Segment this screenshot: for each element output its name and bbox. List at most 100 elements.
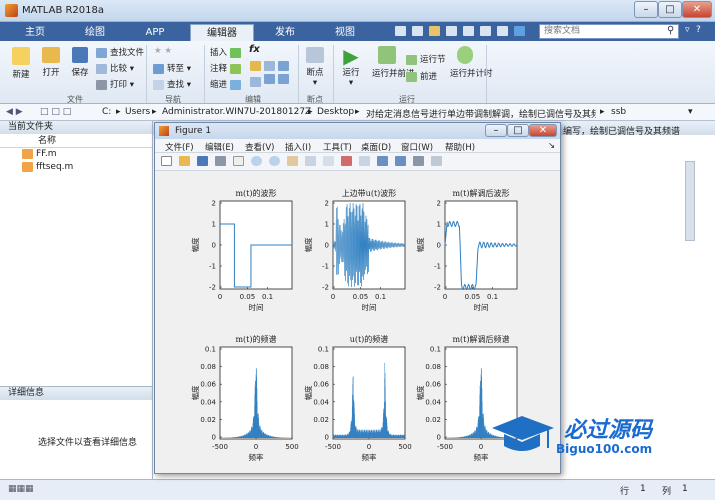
menu-tools[interactable]: 工具(T) [323, 141, 352, 153]
figure-maximize-button[interactable]: □ [507, 124, 529, 137]
menu-insert[interactable]: 插入(I) [285, 141, 311, 153]
tab-home[interactable]: 主页 [12, 24, 58, 41]
y-axis-label: 幅度 [190, 237, 200, 252]
open-button[interactable]: 打开 [38, 47, 64, 78]
comment-button[interactable]: 注释 [210, 62, 244, 74]
address-bar[interactable]: ◀ ▶ □ □ □ C: ▸ Users ▸ Administrator.WIN… [0, 104, 715, 121]
y-tick-label: 1 [437, 221, 441, 229]
tab-editor[interactable]: 编辑器 [190, 24, 254, 41]
toolstrip-tabs: 主页 绘图 APP 编辑器 发布 视图 搜索文档 ⚲ ▿ ? [0, 22, 715, 41]
figure-close-button[interactable]: ✕ [529, 124, 557, 137]
tab-view[interactable]: 视图 [322, 24, 368, 41]
menu-edit[interactable]: 编辑(E) [205, 141, 234, 153]
watermark-logo: 必过源码 Biguo100.com [480, 408, 680, 464]
close-button[interactable]: ✕ [682, 1, 712, 18]
save-button[interactable]: 保存 [67, 47, 93, 78]
vertical-scrollbar[interactable] [685, 161, 695, 241]
fx-button[interactable]: fx [249, 44, 260, 55]
y-axis-label: 幅度 [303, 385, 313, 400]
y-tick-label: 0.08 [200, 363, 216, 371]
expand-icon[interactable]: ▿ [685, 25, 690, 35]
menu-window[interactable]: 窗口(W) [401, 141, 433, 153]
advance-button[interactable]: 前进 [406, 70, 437, 82]
overflow-path-text: 编写，绘制已调信号及其频谱 [563, 127, 681, 137]
data-cursor-icon[interactable] [323, 156, 334, 166]
col-label: 列 [662, 487, 672, 497]
path-part[interactable]: Administrator.WIN7U-20180127Z [162, 107, 311, 117]
menu-file[interactable]: 文件(F) [165, 141, 194, 153]
find-button[interactable]: 查找 ▾ [153, 78, 191, 90]
path-part[interactable]: Desktop [317, 107, 354, 117]
print-button[interactable]: 打印 ▾ [96, 78, 134, 90]
run-advance-button[interactable]: 运行并前进 [372, 46, 415, 79]
print-figure-icon[interactable] [215, 156, 226, 166]
edit-tools-icons[interactable] [250, 61, 294, 87]
graduation-cap-icon [492, 416, 554, 451]
path-part[interactable]: 对给定消息信号进行单边带调制解调，绘制已调信号及其频谱 [366, 107, 596, 120]
tab-apps[interactable]: APP [132, 24, 178, 41]
insert-button[interactable]: 插入 [210, 46, 244, 58]
column-header-name[interactable]: 名称 [0, 134, 152, 148]
x-tick-label: 0 [254, 443, 258, 451]
list-item[interactable]: fftseq.m [0, 161, 152, 174]
pan-icon[interactable] [287, 156, 298, 166]
folder-nav-icons[interactable]: □ □ □ [40, 107, 71, 117]
y-tick-label: 0.02 [313, 416, 329, 424]
path-part[interactable]: C: [102, 107, 111, 117]
save-figure-icon[interactable] [197, 156, 208, 166]
brush-icon[interactable] [341, 156, 352, 166]
back-forward-buttons[interactable]: ★ ★ [154, 46, 172, 56]
search-documentation-input[interactable]: 搜索文档 [539, 24, 679, 39]
tab-publish[interactable]: 发布 [262, 24, 308, 41]
x-axis-label: 时间 [474, 302, 489, 312]
help-icon[interactable]: ? [696, 25, 701, 35]
status-bar: ▦▦▦ 行 1 列 1 [0, 479, 715, 500]
run-section-button[interactable]: 运行节 [406, 53, 446, 65]
run-icon: ▶ [343, 44, 359, 68]
rotate-icon[interactable] [305, 156, 316, 166]
nav-arrows-icon[interactable]: ◀ ▶ [6, 107, 23, 117]
dropdown-icon[interactable]: ▾ [688, 107, 693, 117]
menu-help[interactable]: 帮助(H) [445, 141, 475, 153]
pointer-icon[interactable] [233, 156, 244, 166]
run-button[interactable]: ▶ 运行 ▾ [338, 46, 364, 88]
run-time-button[interactable]: 运行并计时 [450, 46, 493, 79]
window-title: MATLAB R2018a [22, 5, 105, 16]
zoom-in-icon[interactable] [251, 156, 262, 166]
panel-title: 当前文件夹 [0, 121, 152, 134]
x-tick-label: 0.1 [262, 293, 273, 301]
find-files-icon [96, 47, 107, 58]
y-tick-label: 0.06 [425, 381, 441, 389]
indent-button[interactable]: 缩进 [210, 78, 244, 90]
legend-icon[interactable] [395, 156, 406, 166]
compare-button[interactable]: 比较 ▾ [96, 62, 134, 74]
insert-icon [229, 47, 241, 58]
path-part[interactable]: Users [125, 107, 150, 117]
minimize-button[interactable]: – [634, 1, 658, 18]
quick-access-toolbar[interactable] [395, 26, 531, 38]
figure-title-bar[interactable]: Figure 1 – □ ✕ [155, 123, 560, 139]
path-part[interactable]: ssb [611, 107, 626, 117]
zoom-out-icon[interactable] [269, 156, 280, 166]
maximize-button[interactable]: □ [658, 1, 682, 18]
y-tick-label: 0 [325, 242, 329, 250]
hide-tools-icon[interactable] [413, 156, 424, 166]
x-axis-label: 频率 [362, 452, 377, 462]
new-figure-icon[interactable] [161, 156, 172, 166]
x-tick-label: -500 [325, 443, 341, 451]
breakpoints-button[interactable]: 断点 ▾ [302, 47, 328, 88]
figure-minimize-button[interactable]: – [485, 124, 507, 137]
new-button[interactable]: 新建 [8, 47, 34, 80]
search-icon[interactable]: ⚲ [667, 25, 674, 36]
link-icon[interactable] [359, 156, 370, 166]
goto-button[interactable]: 转至 ▾ [153, 62, 191, 74]
find-files-button[interactable]: 查找文件 [96, 46, 144, 58]
dock-tools-icon[interactable] [431, 156, 442, 166]
menu-desktop[interactable]: 桌面(D) [361, 141, 391, 153]
tab-plots[interactable]: 绘图 [72, 24, 118, 41]
open-file-icon[interactable] [179, 156, 190, 166]
menu-view[interactable]: 查看(V) [245, 141, 274, 153]
dock-arrow-icon[interactable]: ↘ [548, 141, 555, 151]
colorbar-icon[interactable] [377, 156, 388, 166]
list-item[interactable]: FF.m [0, 148, 152, 161]
